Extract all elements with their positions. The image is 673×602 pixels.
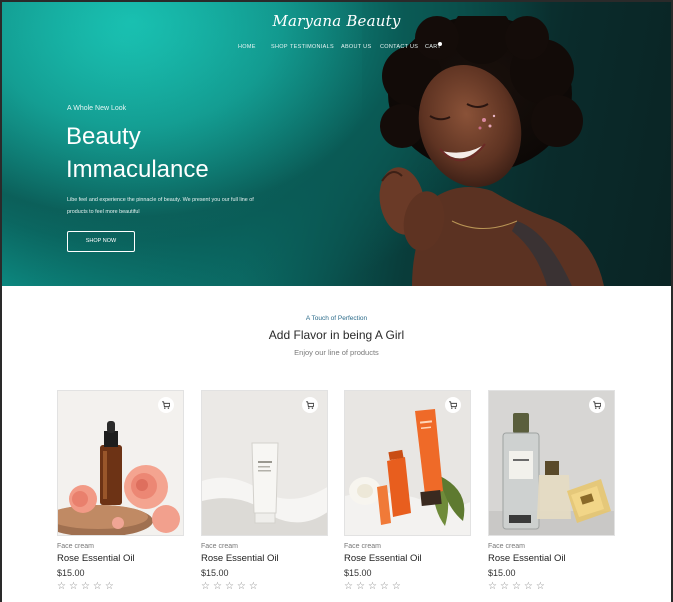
star-icon[interactable]: ☆ (93, 581, 102, 593)
hero-eyebrow: A Whole New Look (67, 105, 127, 112)
nav-cart[interactable]: CART (425, 42, 445, 50)
rating-stars[interactable]: ☆ ☆ ☆ ☆ ☆ (488, 581, 615, 593)
product-image[interactable] (488, 390, 615, 536)
cart-icon (162, 401, 170, 409)
product-name[interactable]: Rose Essential Oil (201, 553, 328, 564)
rating-stars[interactable]: ☆ ☆ ☆ ☆ ☆ (57, 581, 184, 593)
brand-logo[interactable]: Maryana Beauty (2, 12, 671, 30)
hero-headline-line2: Immaculance (66, 156, 209, 183)
star-icon[interactable]: ☆ (225, 581, 234, 593)
nav-about-us[interactable]: ABOUT US (341, 44, 380, 50)
rating-stars[interactable]: ☆ ☆ ☆ ☆ ☆ (201, 581, 328, 593)
star-icon[interactable]: ☆ (536, 581, 545, 593)
product-category: Face cream (344, 543, 381, 550)
star-icon[interactable]: ☆ (356, 581, 365, 593)
product-price: $15.00 (201, 568, 229, 578)
section-eyebrow: A Touch of Perfection (305, 315, 368, 322)
star-icon[interactable]: ☆ (512, 581, 521, 593)
star-icon[interactable]: ☆ (201, 581, 210, 593)
product-price: $15.00 (57, 568, 85, 578)
star-icon[interactable]: ☆ (368, 581, 377, 593)
star-icon[interactable]: ☆ (57, 581, 66, 593)
hero-headline-line1: Beauty (66, 123, 141, 150)
product-image[interactable] (57, 390, 184, 536)
star-icon[interactable]: ☆ (237, 581, 246, 593)
add-to-cart-button[interactable] (445, 397, 461, 413)
product-name[interactable]: Rose Essential Oil (344, 553, 471, 564)
shop-now-button[interactable]: SHOP NOW (67, 231, 135, 252)
product-price: $15.00 (488, 568, 516, 578)
product-card[interactable]: Face cream Rose Essential Oil $15.00 ☆ ☆… (344, 390, 471, 593)
product-price: $15.00 (344, 568, 372, 578)
product-image[interactable] (344, 390, 471, 536)
hero-banner: Maryana Beauty HOME SHOP TESTIMONIALS AB… (2, 2, 671, 286)
star-icon[interactable]: ☆ (500, 581, 509, 593)
hero-model-image (379, 16, 604, 286)
cart-icon (593, 401, 601, 409)
product-category: Face cream (488, 543, 525, 550)
cart-badge-dot (438, 42, 442, 46)
page: Maryana Beauty HOME SHOP TESTIMONIALS AB… (2, 2, 671, 602)
product-name[interactable]: Rose Essential Oil (57, 553, 184, 564)
star-icon[interactable]: ☆ (105, 581, 114, 593)
add-to-cart-button[interactable] (589, 397, 605, 413)
section-title: Add Flavor in being A Girl (268, 328, 405, 342)
add-to-cart-button[interactable] (302, 397, 318, 413)
hero-headline: Beauty Immaculance (66, 120, 209, 186)
product-card[interactable]: Face cream Rose Essential Oil $15.00 ☆ ☆… (201, 390, 328, 593)
star-icon[interactable]: ☆ (392, 581, 401, 593)
star-icon[interactable]: ☆ (524, 581, 533, 593)
star-icon[interactable]: ☆ (213, 581, 222, 593)
star-icon[interactable]: ☆ (380, 581, 389, 593)
product-category: Face cream (201, 543, 238, 550)
star-icon[interactable]: ☆ (69, 581, 78, 593)
main-nav: HOME SHOP TESTIMONIALS ABOUT US CONTACT … (238, 42, 445, 50)
nav-contact-us[interactable]: CONTACT US (380, 44, 425, 50)
star-icon[interactable]: ☆ (488, 581, 497, 593)
rating-stars[interactable]: ☆ ☆ ☆ ☆ ☆ (344, 581, 471, 593)
product-card[interactable]: Face cream Rose Essential Oil $15.00 ☆ ☆… (57, 390, 184, 593)
product-category: Face cream (57, 543, 94, 550)
star-icon[interactable]: ☆ (344, 581, 353, 593)
section-subtitle: Enjoy our line of products (294, 348, 379, 357)
product-image[interactable] (201, 390, 328, 536)
product-name[interactable]: Rose Essential Oil (488, 553, 615, 564)
cart-icon (449, 401, 457, 409)
star-icon[interactable]: ☆ (81, 581, 90, 593)
star-icon[interactable]: ☆ (249, 581, 258, 593)
hero-subtext: Libe feel and experience the pinnacle of… (67, 197, 254, 215)
cart-icon (306, 401, 314, 409)
nav-shop[interactable]: SHOP (271, 44, 290, 50)
nav-home[interactable]: HOME (238, 44, 271, 50)
add-to-cart-button[interactable] (158, 397, 174, 413)
nav-testimonials[interactable]: TESTIMONIALS (290, 44, 341, 50)
product-card[interactable]: Face cream Rose Essential Oil $15.00 ☆ ☆… (488, 390, 615, 593)
